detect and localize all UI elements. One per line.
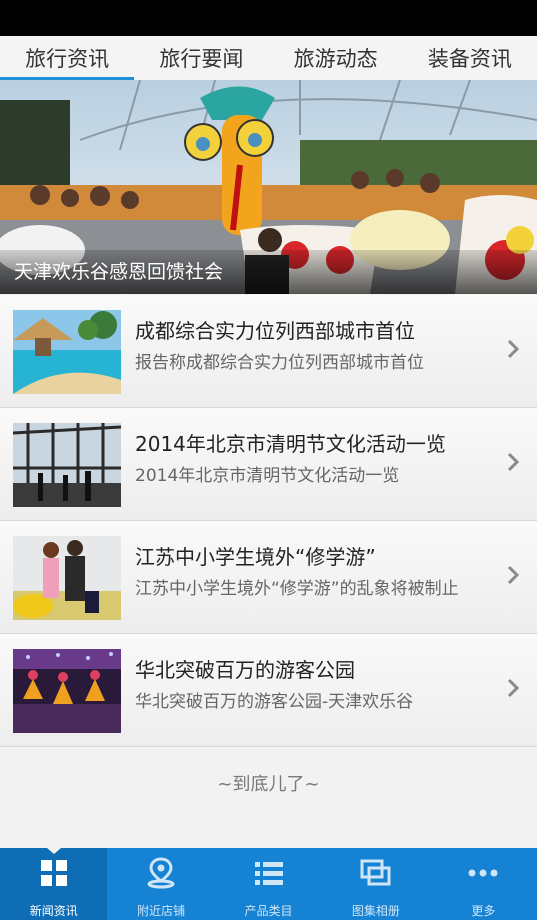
article-summary: 2014年北京市清明节文化活动一览	[135, 466, 400, 486]
status-bar	[0, 0, 537, 36]
article-thumbnail-airport	[13, 423, 121, 507]
end-of-list-text: ~到底儿了~	[217, 774, 320, 795]
article-title: 华北突破百万的游客公园	[135, 658, 355, 682]
nav-nearby-stores[interactable]: 附近店铺	[107, 848, 214, 920]
chevron-right-icon	[507, 339, 519, 359]
list-item[interactable]: 成都综合实力位列西部城市首位 报告称成都综合实力位列西部城市首位	[0, 295, 537, 408]
nav-gallery[interactable]: 图集相册	[322, 848, 429, 920]
nav-product-categories[interactable]: 产品类目	[215, 848, 322, 920]
list-item[interactable]: 江苏中小学生境外“修学游” 江苏中小学生境外“修学游”的乱象将被制止	[0, 521, 537, 634]
more-dots-icon	[467, 856, 499, 890]
chevron-right-icon	[507, 565, 519, 585]
article-title: 江苏中小学生境外“修学游”	[135, 545, 376, 569]
nav-more[interactable]: 更多	[430, 848, 537, 920]
nav-label: 图集相册	[351, 904, 400, 918]
hero-caption: 天津欢乐谷感恩回馈社会	[0, 250, 537, 294]
gallery-icon	[360, 856, 392, 890]
article-summary: 报告称成都综合实力位列西部城市首位	[135, 353, 424, 373]
nav-label: 新闻资讯	[29, 904, 78, 918]
article-title: 成都综合实力位列西部城市首位	[135, 319, 415, 343]
nav-label: 产品类目	[244, 904, 293, 918]
chevron-right-icon	[507, 678, 519, 698]
list-item[interactable]: 2014年北京市清明节文化活动一览 2014年北京市清明节文化活动一览	[0, 408, 537, 521]
article-title: 2014年北京市清明节文化活动一览	[135, 432, 446, 456]
location-pin-icon	[146, 856, 176, 890]
article-thumbnail-pool	[13, 310, 121, 394]
tab-travel-news[interactable]: 旅行要闻	[134, 36, 268, 80]
article-thumbnail-students	[13, 536, 121, 620]
tab-gear-info[interactable]: 装备资讯	[403, 36, 537, 80]
nav-label: 附近店铺	[137, 904, 186, 918]
hero-banner[interactable]: 天津欢乐谷感恩回馈社会	[0, 80, 537, 294]
article-summary: 江苏中小学生境外“修学游”的乱象将被制止	[135, 579, 459, 599]
article-summary: 华北突破百万的游客公园-天津欢乐谷	[135, 692, 414, 712]
list-item[interactable]: 华北突破百万的游客公园 华北突破百万的游客公园-天津欢乐谷	[0, 634, 537, 747]
tab-travel-info[interactable]: 旅行资讯	[0, 36, 135, 80]
grid-icon	[39, 856, 69, 890]
list-icon	[253, 856, 285, 890]
article-list: 成都综合实力位列西部城市首位 报告称成都综合实力位列西部城市首位 2014年北京…	[0, 295, 537, 747]
nav-label: 更多	[471, 904, 496, 918]
bottom-nav: 新闻资讯 附近店铺 产品类目 图集相册 更多	[0, 848, 537, 920]
tab-travel-updates[interactable]: 旅游动态	[269, 36, 403, 80]
chevron-right-icon	[507, 452, 519, 472]
category-tabs: 旅行资讯 旅行要闻 旅游动态 装备资讯	[0, 36, 537, 81]
article-thumbnail-park-show	[13, 649, 121, 733]
nav-news[interactable]: 新闻资讯	[0, 848, 108, 920]
